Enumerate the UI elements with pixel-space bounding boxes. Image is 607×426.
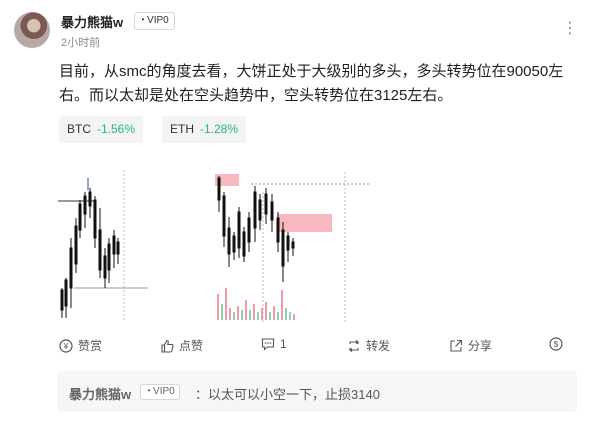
svg-text:$: $ — [554, 340, 559, 349]
post-image-eth-chart[interactable] — [215, 172, 370, 322]
vip-label: VIP0 — [153, 386, 175, 397]
vip-icon: ◔ — [145, 386, 152, 397]
comment-text: ：以太可以小空一下，止损3140 — [195, 387, 380, 402]
tag-symbol: BTC — [67, 122, 91, 136]
tag-change: -1.56% — [97, 122, 136, 136]
post-content: 目前，从smc的角度去看，大饼正处于大级别的多头，多头转势位在90050左右。而… — [59, 63, 564, 104]
tag-btc[interactable]: BTC -1.56% — [59, 116, 144, 143]
comment-username[interactable]: 暴力熊猫w — [69, 384, 131, 403]
comment-icon — [261, 338, 275, 351]
tip-button[interactable]: $ — [549, 337, 563, 351]
user-avatar[interactable] — [14, 12, 50, 48]
comment-vip-badge: ◔ VIP0 — [140, 384, 180, 400]
comment-button[interactable]: 1 — [261, 337, 287, 351]
tag-symbol: ETH — [170, 122, 194, 136]
vip-badge: ◔ VIP0 — [134, 12, 175, 30]
more-options-icon[interactable]: ⋮ — [562, 18, 579, 38]
post-actions-bar: ¥ 赞赏 点赞 1 转发 分享 $ — [57, 337, 572, 357]
comment-preview[interactable]: 暴力熊猫w ◔ VIP0 ：以太可以小空一下，止损3140 — [57, 371, 577, 412]
post-username[interactable]: 暴力熊猫w — [61, 12, 123, 31]
tag-change: -1.28% — [200, 122, 239, 136]
vip-icon: ◔ — [139, 15, 146, 26]
repost-label: 转发 — [366, 339, 391, 353]
post-time: 2小时前 — [61, 37, 101, 49]
repost-button[interactable]: 转发 — [347, 337, 390, 354]
like-button[interactable]: 点赞 — [160, 337, 203, 354]
repost-icon — [349, 339, 359, 352]
appreciate-button[interactable]: ¥ 赞赏 — [59, 337, 102, 354]
thumbs-up-icon — [161, 339, 174, 353]
share-button[interactable]: 分享 — [449, 337, 492, 354]
comment-count: 1 — [280, 337, 287, 351]
vip-label: VIP0 — [147, 15, 169, 26]
share-label: 分享 — [468, 339, 493, 353]
tag-eth[interactable]: ETH -1.28% — [162, 116, 247, 143]
svg-text:¥: ¥ — [63, 342, 69, 351]
dollar-icon: $ — [549, 337, 563, 351]
share-icon — [450, 339, 463, 352]
appreciate-icon: ¥ — [59, 338, 73, 353]
appreciate-label: 赞赏 — [78, 339, 103, 353]
post-image-btc-chart[interactable] — [58, 168, 153, 320]
like-label: 点赞 — [179, 339, 204, 353]
